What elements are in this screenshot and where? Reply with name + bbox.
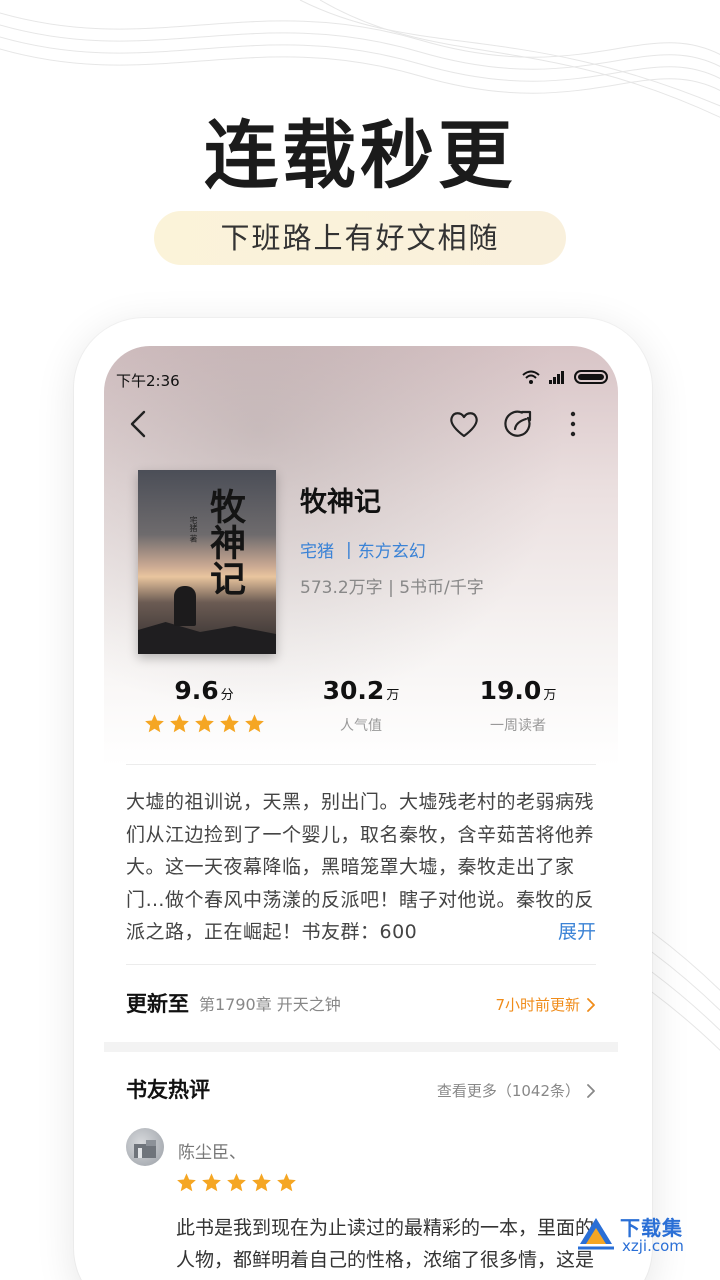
favorite-heart-icon[interactable] xyxy=(448,409,480,439)
book-meta-row: 宅猪 | 东方玄幻 xyxy=(300,537,426,563)
divider xyxy=(126,764,596,765)
weekly-readers-unit: 万 xyxy=(543,688,557,703)
cover-ground-art xyxy=(138,622,276,654)
back-arrow-icon[interactable] xyxy=(124,408,152,440)
share-icon[interactable] xyxy=(504,409,534,439)
signal-icon xyxy=(549,371,564,384)
avatar-image xyxy=(134,1140,156,1158)
book-title: 牧神记 xyxy=(300,487,381,518)
cover-figure-art xyxy=(174,586,196,626)
battery-icon xyxy=(574,370,608,384)
view-more-text: 查看更多（1042条） xyxy=(436,1082,580,1100)
review-stars xyxy=(176,1172,297,1193)
weekly-readers-label: 一周读者 xyxy=(490,718,546,734)
stat-weekly-readers: 19.0 万 一周读者 xyxy=(438,676,598,735)
chevron-right-icon xyxy=(587,997,595,1012)
view-more-reviews-link[interactable]: 查看更多（1042条） xyxy=(437,1080,596,1101)
chevron-right-icon xyxy=(587,1083,595,1098)
watermark: 下载集 xzji.com xyxy=(576,1210,706,1260)
latest-chapter: 第1790章 开天之钟 xyxy=(199,995,341,1014)
avatar[interactable] xyxy=(126,1128,164,1166)
divider xyxy=(126,964,596,965)
stat-popularity: 30.2 万 人气值 xyxy=(281,676,441,735)
book-author-link[interactable]: 宅猪 xyxy=(300,537,334,562)
star-icon xyxy=(219,714,239,733)
promo-subline: 下班路上有好文相随 xyxy=(154,211,566,265)
promo-headline: 连载秒更 xyxy=(204,113,516,199)
update-label: 更新至 xyxy=(126,992,189,1016)
book-detail-screen: 下午2:36 牧神记 宅猪 著 牧神记 宅猪 | 东方玄幻 573.2万字 | … xyxy=(104,346,618,1280)
watermark-domain: xzji.com xyxy=(622,1237,684,1255)
section-separator xyxy=(104,1042,618,1052)
book-stats: 9.6 分 30.2 万 人气值 19.0 万 一周读者 xyxy=(104,676,618,756)
status-time: 下午2:36 xyxy=(116,372,180,390)
book-synopsis: 大墟的祖训说，天黑，别出门。大墟残老村的老弱病残们从江边捡到了一个婴儿，取名秦牧… xyxy=(126,791,595,943)
weekly-readers-value: 19.0 xyxy=(479,676,542,705)
popularity-value: 30.2 xyxy=(322,676,385,705)
stat-rating: 9.6 分 xyxy=(124,676,284,734)
star-icon xyxy=(169,714,189,733)
cover-title-text: 牧神记 xyxy=(204,488,246,596)
wifi-icon xyxy=(522,370,540,384)
status-icons xyxy=(522,370,608,384)
update-time: 7小时前更新 xyxy=(495,994,596,1015)
rating-value: 9.6 xyxy=(174,676,219,705)
star-icon xyxy=(252,1173,271,1192)
cover-author-text: 宅猪 著 xyxy=(189,516,198,543)
reviews-header: 书友热评 查看更多（1042条） xyxy=(126,1074,596,1108)
more-options-icon[interactable] xyxy=(562,409,584,439)
expand-synopsis-button[interactable]: 展开 xyxy=(527,916,596,948)
rating-stars xyxy=(124,713,284,734)
star-icon xyxy=(244,714,264,733)
star-icon xyxy=(194,714,214,733)
star-icon xyxy=(144,714,164,733)
book-cover[interactable]: 牧神记 宅猪 著 xyxy=(138,470,276,654)
book-word-count-price: 573.2万字 | 5书币/千字 xyxy=(300,578,484,598)
rating-unit: 分 xyxy=(220,688,234,703)
star-icon xyxy=(177,1173,196,1192)
meta-separator: | xyxy=(346,539,352,560)
reviews-title: 书友热评 xyxy=(126,1078,210,1102)
star-icon xyxy=(202,1173,221,1192)
book-genre-link[interactable]: 东方玄幻 xyxy=(358,537,426,562)
latest-update-row[interactable]: 更新至 第1790章 开天之钟 7小时前更新 xyxy=(126,986,596,1020)
status-bar: 下午2:36 xyxy=(114,368,608,390)
star-icon xyxy=(227,1173,246,1192)
watermark-logo-icon xyxy=(578,1218,614,1250)
popularity-unit: 万 xyxy=(386,688,400,703)
review-username[interactable]: 陈尘臣、 xyxy=(178,1138,246,1163)
update-time-text: 7小时前更新 xyxy=(495,996,580,1014)
review-text: 此书是我到现在为止读过的最精彩的一本，里面的人物，都鲜明着自己的性格，浓缩了很多… xyxy=(176,1217,595,1271)
popularity-label: 人气值 xyxy=(340,718,382,734)
star-icon xyxy=(277,1173,296,1192)
